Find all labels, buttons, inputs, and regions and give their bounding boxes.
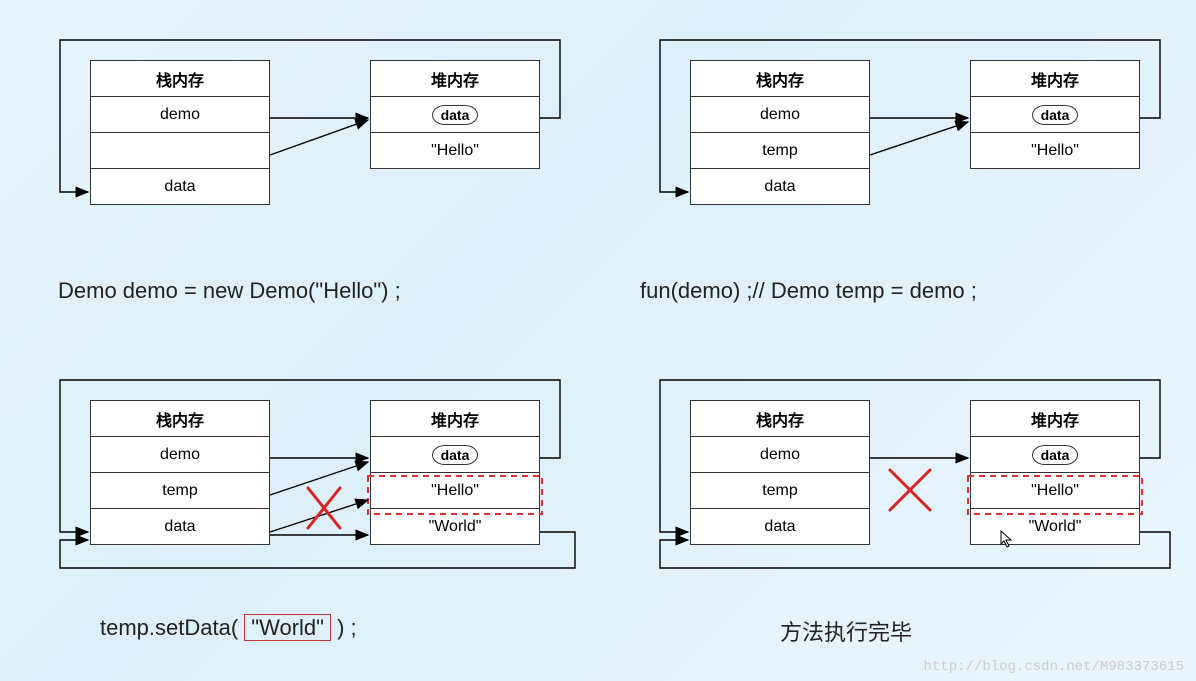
heap-header: 堆内存 <box>371 401 540 437</box>
heap-cell: "Hello" <box>371 133 540 169</box>
caption-prefix: temp.setData( <box>100 615 244 640</box>
heap-header: 堆内存 <box>371 61 540 97</box>
stack-table: 栈内存 demo temp data <box>690 60 870 205</box>
heap-cell: data <box>971 437 1140 473</box>
data-badge: data <box>1032 445 1079 465</box>
stack-cell: demo <box>91 437 270 473</box>
data-badge: data <box>1032 105 1079 125</box>
heap-cell: "Hello" <box>971 133 1140 169</box>
stack-cell: demo <box>691 97 870 133</box>
heap-table: 堆内存 data "Hello" "World" <box>970 400 1140 545</box>
caption-top-left: Demo demo = new Demo("Hello") ; <box>58 278 401 304</box>
panel-bottom-right: 栈内存 demo temp data 堆内存 data "Hello" "Wor… <box>640 370 1190 660</box>
heap-cell: data <box>971 97 1140 133</box>
stack-table: 栈内存 demo temp data <box>690 400 870 545</box>
data-badge: data <box>432 445 479 465</box>
heap-cell-hello: "Hello" <box>371 473 540 509</box>
data-badge: data <box>432 105 479 125</box>
heap-header: 堆内存 <box>971 401 1140 437</box>
stack-cell: demo <box>691 437 870 473</box>
stack-cell: data <box>91 169 270 205</box>
heap-cell-world: "World" <box>371 509 540 545</box>
heap-table: 堆内存 data "Hello" <box>370 60 540 169</box>
stack-cell: demo <box>91 97 270 133</box>
stack-cell: temp <box>91 473 270 509</box>
heap-cell-world: "World" <box>971 509 1140 545</box>
cursor-icon <box>1000 530 1014 548</box>
stack-table: 栈内存 demo data <box>90 60 270 205</box>
panel-top-left: 栈内存 demo data 堆内存 data "Hello" <box>40 30 580 290</box>
stack-cell: data <box>691 169 870 205</box>
stack-cell <box>91 133 270 169</box>
stack-header: 栈内存 <box>91 61 270 97</box>
heap-table: 堆内存 data "Hello" "World" <box>370 400 540 545</box>
heap-cell: data <box>371 437 540 473</box>
caption-bottom-left: temp.setData( "World" ) ; <box>100 615 357 641</box>
stack-table: 栈内存 demo temp data <box>90 400 270 545</box>
caption-suffix: ) ; <box>331 615 357 640</box>
heap-header: 堆内存 <box>971 61 1140 97</box>
caption-highlight: "World" <box>244 614 331 641</box>
stack-header: 栈内存 <box>691 401 870 437</box>
caption-top-right: fun(demo) ;// Demo temp = demo ; <box>640 278 977 304</box>
stack-cell: temp <box>691 133 870 169</box>
panel-top-right: 栈内存 demo temp data 堆内存 data "Hello" <box>640 30 1180 290</box>
stack-cell: data <box>91 509 270 545</box>
caption-bottom-right: 方法执行完毕 <box>780 615 912 647</box>
watermark: http://blog.csdn.net/M983373615 <box>924 659 1184 675</box>
stack-header: 栈内存 <box>91 401 270 437</box>
stack-header: 栈内存 <box>691 61 870 97</box>
heap-table: 堆内存 data "Hello" <box>970 60 1140 169</box>
heap-cell: data <box>371 97 540 133</box>
stack-cell: temp <box>691 473 870 509</box>
heap-cell-hello: "Hello" <box>971 473 1140 509</box>
stack-cell: data <box>691 509 870 545</box>
